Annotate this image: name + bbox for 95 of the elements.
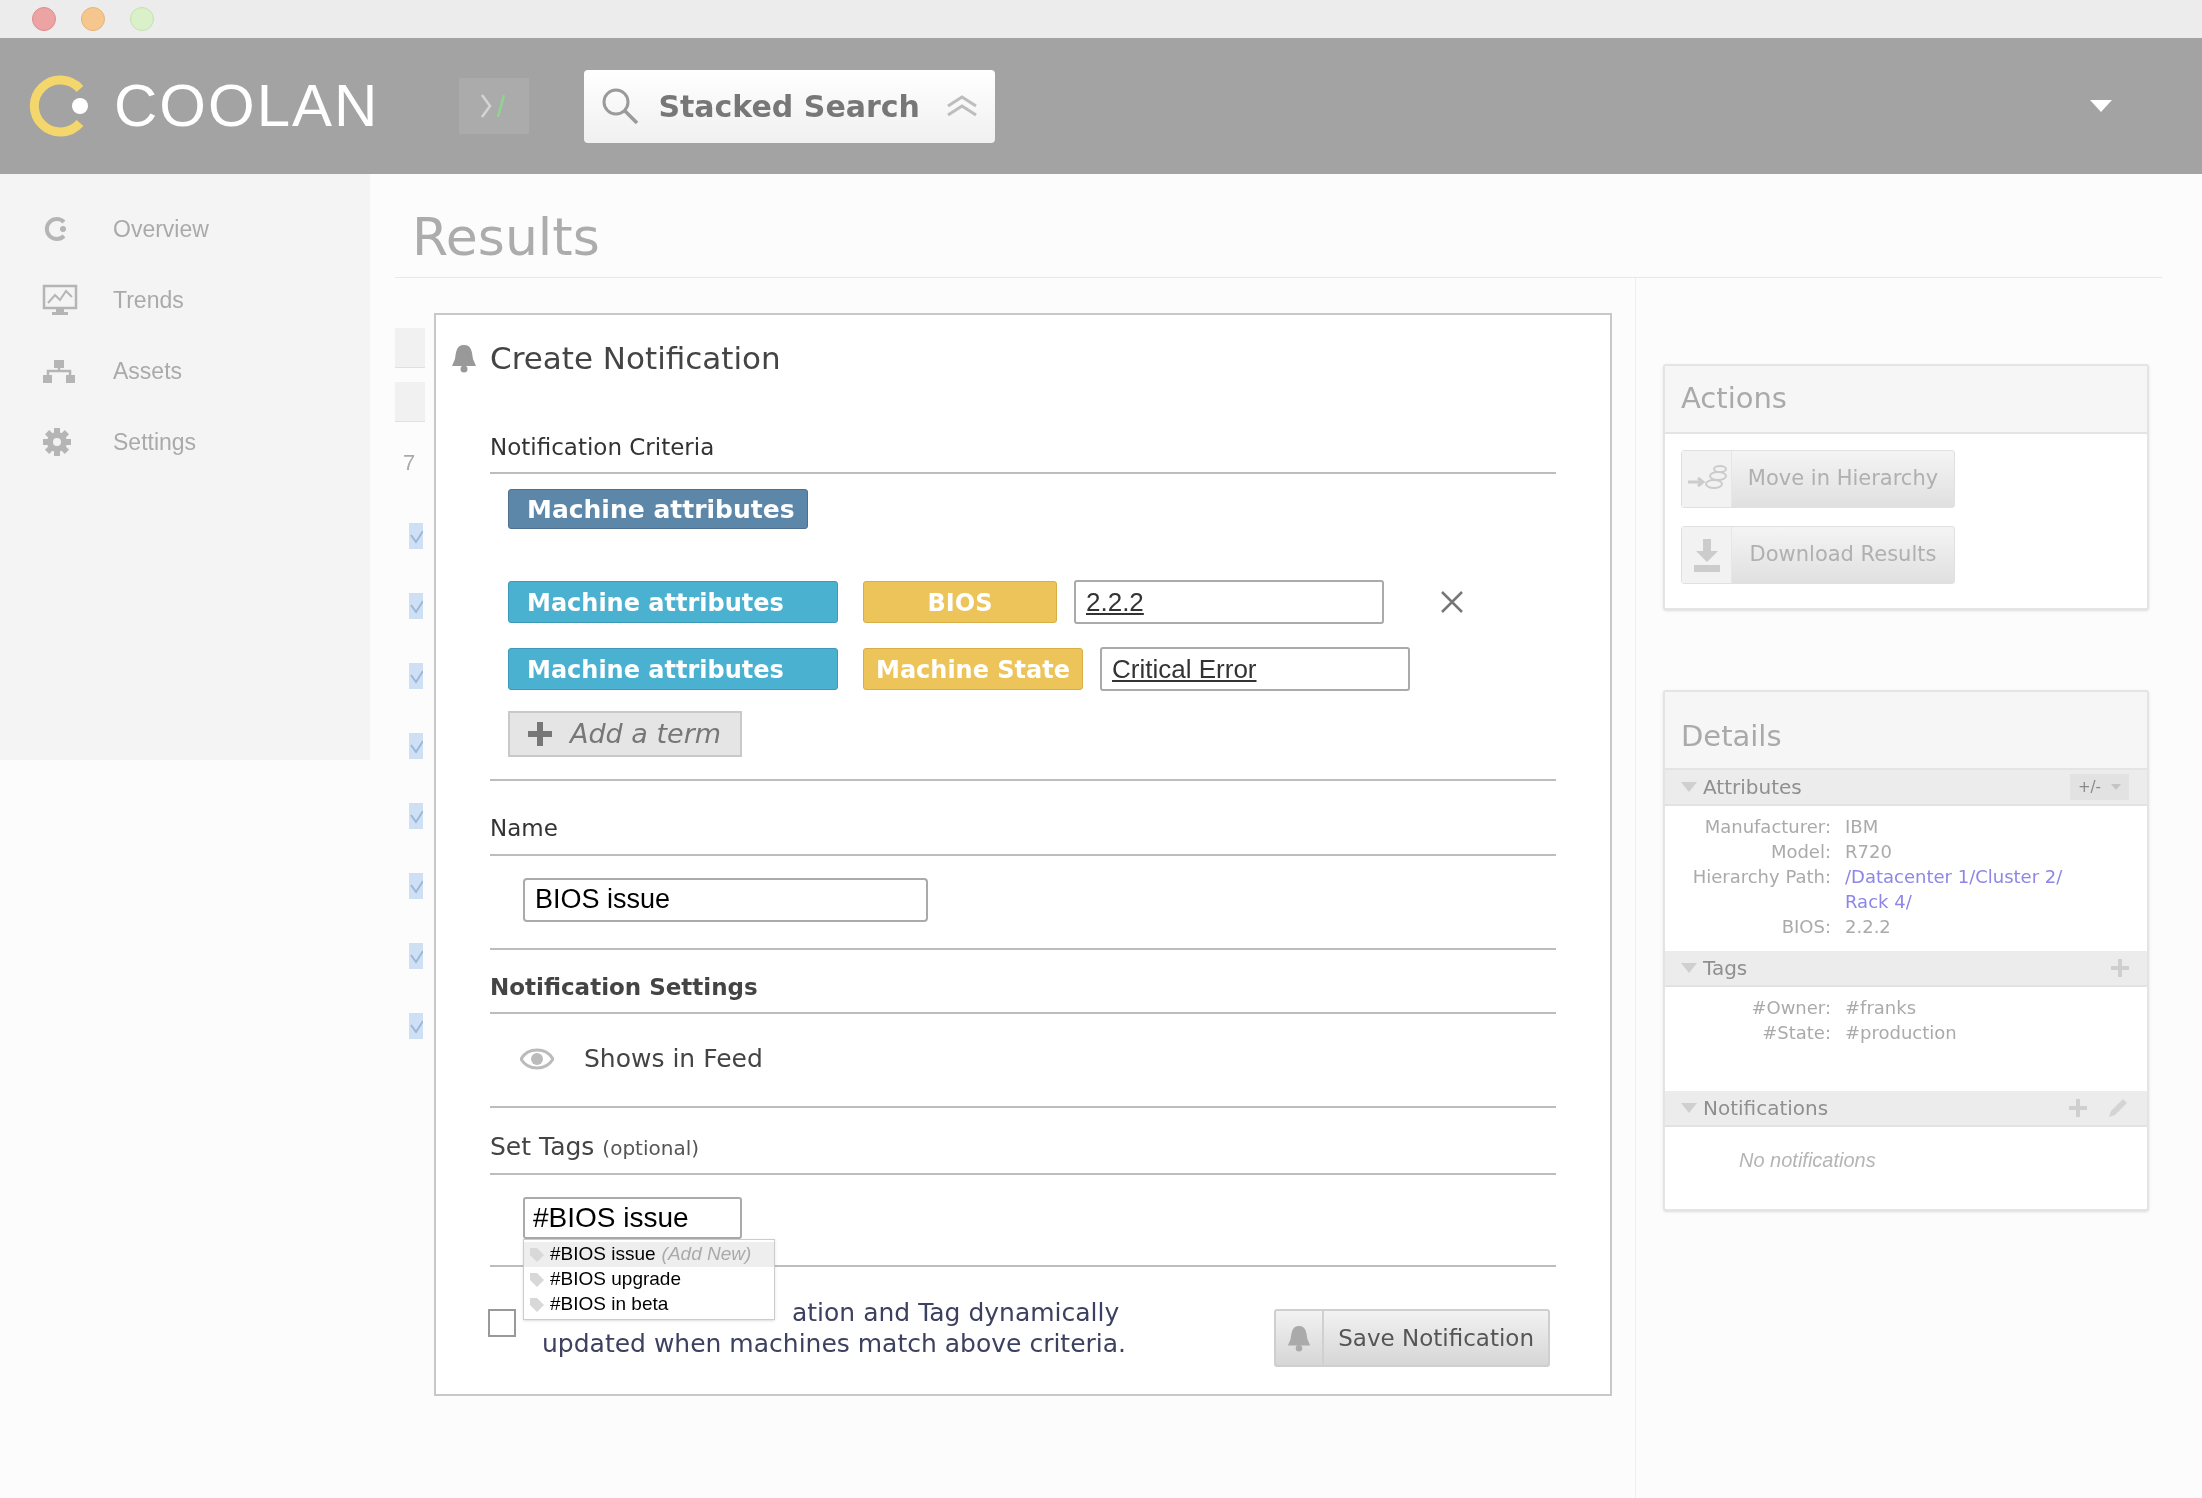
- detail-value: #production: [1845, 1021, 1957, 1045]
- zoom-icon[interactable]: [130, 7, 154, 31]
- section-title: Notifications: [1703, 1095, 1829, 1122]
- detail-label: #Owner:: [1750, 996, 1832, 1020]
- sidebar-item[interactable]: Settings: [42, 417, 370, 467]
- category-chip[interactable]: Machine attributes: [508, 581, 838, 623]
- detail-label: #State:: [1761, 1021, 1832, 1045]
- logo-text: COOLAN: [114, 76, 380, 136]
- download-icon: [1691, 537, 1722, 573]
- sidebar-item[interactable]: Overview: [42, 204, 370, 254]
- checkbox[interactable]: [488, 1309, 516, 1337]
- hierarchy-icon: [42, 358, 76, 384]
- detail-label: Hierarchy Path:: [1691, 865, 1832, 889]
- sidebar-item[interactable]: Assets: [42, 346, 370, 396]
- detail-label: BIOS:: [1780, 915, 1832, 939]
- toggle-control[interactable]: +/-: [2069, 774, 2129, 800]
- check-icon: [409, 523, 423, 549]
- section-header[interactable]: Tags: [1665, 951, 2147, 987]
- suggestion-label: #BIOS upgrade: [550, 1267, 681, 1292]
- panel-title: Actions: [1681, 380, 1787, 418]
- tag-icon: [530, 1297, 544, 1312]
- suggestion-item[interactable]: #BIOS upgrade: [524, 1267, 774, 1292]
- suggestion-item[interactable]: #BIOS issue (Add New): [524, 1242, 774, 1267]
- detail-value: 2.2.2: [1845, 915, 1891, 939]
- section-heading: Set Tags: [490, 1130, 595, 1163]
- list-row: [395, 382, 425, 422]
- caret-icon: [2111, 784, 2121, 790]
- check-icon: [409, 803, 423, 829]
- value-field[interactable]: Critical Error: [1100, 647, 1411, 691]
- dialog-title: Create Notification: [490, 339, 781, 378]
- check-icon: [409, 593, 423, 619]
- plus-icon[interactable]: [2111, 959, 2129, 977]
- suggestion-item[interactable]: #BIOS in beta: [524, 1292, 774, 1317]
- eye-icon[interactable]: [520, 1046, 554, 1071]
- page-title: Results: [412, 211, 600, 263]
- detail-label: Manufacturer:: [1703, 815, 1832, 839]
- optional-hint: (optional): [602, 1134, 700, 1162]
- result-count: 7: [402, 449, 416, 477]
- plus-icon[interactable]: [2069, 1099, 2087, 1117]
- caret-icon[interactable]: [1681, 962, 1697, 974]
- search-input[interactable]: Stacked Search: [658, 83, 928, 129]
- check-icon: [409, 873, 423, 899]
- detail-value: IBM: [1845, 815, 1879, 839]
- section-title: Attributes: [1703, 774, 1802, 801]
- sidebar-item[interactable]: Trends: [42, 275, 370, 325]
- section-heading: Name: [490, 815, 558, 841]
- name-field[interactable]: BIOS issue: [523, 877, 928, 922]
- setting-label: Shows in Feed: [584, 1043, 763, 1075]
- list-row: [395, 328, 425, 368]
- section-title: Tags: [1703, 955, 1748, 982]
- section-header[interactable]: Attributes +/-: [1665, 770, 2147, 806]
- action-button[interactable]: Move in Hierarchy: [1681, 450, 1955, 508]
- empty-message: No notifications: [1738, 1148, 1877, 1173]
- criteria-root-chip[interactable]: Machine attributes: [508, 489, 808, 529]
- suggestion-label: #BIOS issue: [550, 1242, 656, 1267]
- action-button[interactable]: Download Results: [1681, 526, 1955, 584]
- check-icon: [409, 943, 423, 969]
- check-icon: [409, 663, 423, 689]
- dropdown-caret-icon[interactable]: [2090, 100, 2112, 112]
- tag-field[interactable]: #BIOS issue: [523, 1197, 742, 1239]
- console-button[interactable]: [459, 78, 530, 134]
- attribute-chip[interactable]: Machine State: [863, 648, 1084, 690]
- suggestion-label: #BIOS in beta: [550, 1292, 669, 1317]
- close-icon[interactable]: [32, 7, 56, 31]
- plus-icon: [528, 722, 552, 746]
- settings-icon: [42, 427, 72, 457]
- check-icon: [409, 733, 423, 759]
- search-icon: [600, 86, 641, 126]
- section-header[interactable]: Notifications: [1665, 1091, 2147, 1127]
- monitor-chart-icon: [42, 284, 78, 316]
- suggestion-note: (Add New): [661, 1242, 752, 1267]
- close-icon[interactable]: [1440, 590, 1464, 614]
- bell-icon: [1286, 1323, 1313, 1353]
- attribute-chip[interactable]: BIOS: [863, 581, 1057, 623]
- detail-label: Model:: [1769, 840, 1832, 864]
- detail-value: R720: [1845, 840, 1892, 864]
- checkbox-label: ation and Tag dynamically: [792, 1297, 1120, 1328]
- tag-icon: [530, 1272, 544, 1287]
- check-icon: [409, 1013, 423, 1039]
- caret-icon[interactable]: [1681, 781, 1697, 793]
- checkbox-label: updated when machines match above criteria.: [542, 1328, 1127, 1359]
- bell-icon: [450, 343, 478, 374]
- panel-title: Details: [1681, 717, 1782, 755]
- detail-value: #franks: [1845, 996, 1917, 1020]
- add-term-button[interactable]: Add a term: [508, 711, 742, 757]
- value-field[interactable]: 2.2.2: [1074, 580, 1384, 624]
- category-chip[interactable]: Machine attributes: [508, 648, 838, 690]
- section-heading: Notification Criteria: [490, 433, 715, 460]
- search-field[interactable]: Stacked Search: [584, 69, 996, 143]
- minimize-icon[interactable]: [81, 7, 105, 31]
- pencil-icon[interactable]: [2107, 1097, 2129, 1119]
- hierarchy-link[interactable]: /Datacenter 1/Cluster 2/ Rack 4/: [1845, 864, 2063, 914]
- caret-icon[interactable]: [1681, 1102, 1697, 1114]
- section-heading: Notification Settings: [490, 973, 758, 1000]
- save-notification-button[interactable]: Save Notification: [1274, 1309, 1550, 1367]
